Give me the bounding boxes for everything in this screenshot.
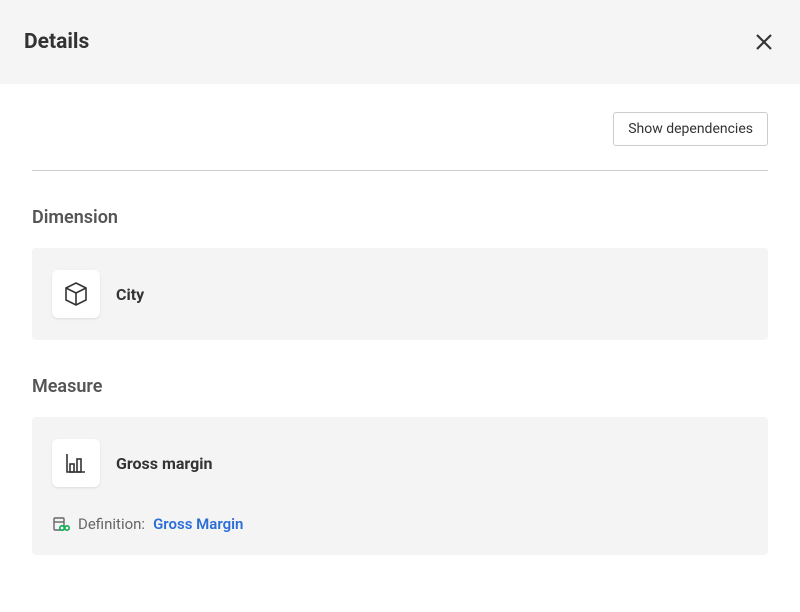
toolbar: Show dependencies [32,84,768,170]
dimension-row: City [52,270,748,318]
master-item-icon [52,515,70,533]
page-title: Details [24,30,89,54]
show-dependencies-button[interactable]: Show dependencies [613,112,768,146]
details-content: Show dependencies Dimension City Measure [0,84,800,555]
measure-section-title: Measure [32,376,768,397]
dimension-label: City [116,285,144,304]
cube-icon [62,280,90,308]
details-header: Details [0,0,800,84]
dimension-section-title: Dimension [32,207,768,228]
definition-link[interactable]: Gross Margin [153,515,243,533]
close-icon [755,33,773,51]
dimension-card: City [32,248,768,340]
definition-label: Definition: [78,515,145,533]
close-button[interactable] [752,30,776,54]
measure-card: Gross margin Definition: Gross Margin [32,417,768,555]
divider [32,170,768,171]
bar-chart-icon [62,449,90,477]
measure-icon-box [52,439,100,487]
definition-row: Definition: Gross Margin [52,515,748,533]
measure-row: Gross margin [52,439,748,487]
dimension-section: Dimension City [32,207,768,340]
dimension-icon-box [52,270,100,318]
measure-label: Gross margin [116,454,212,473]
measure-section: Measure Gross margin [32,376,768,555]
